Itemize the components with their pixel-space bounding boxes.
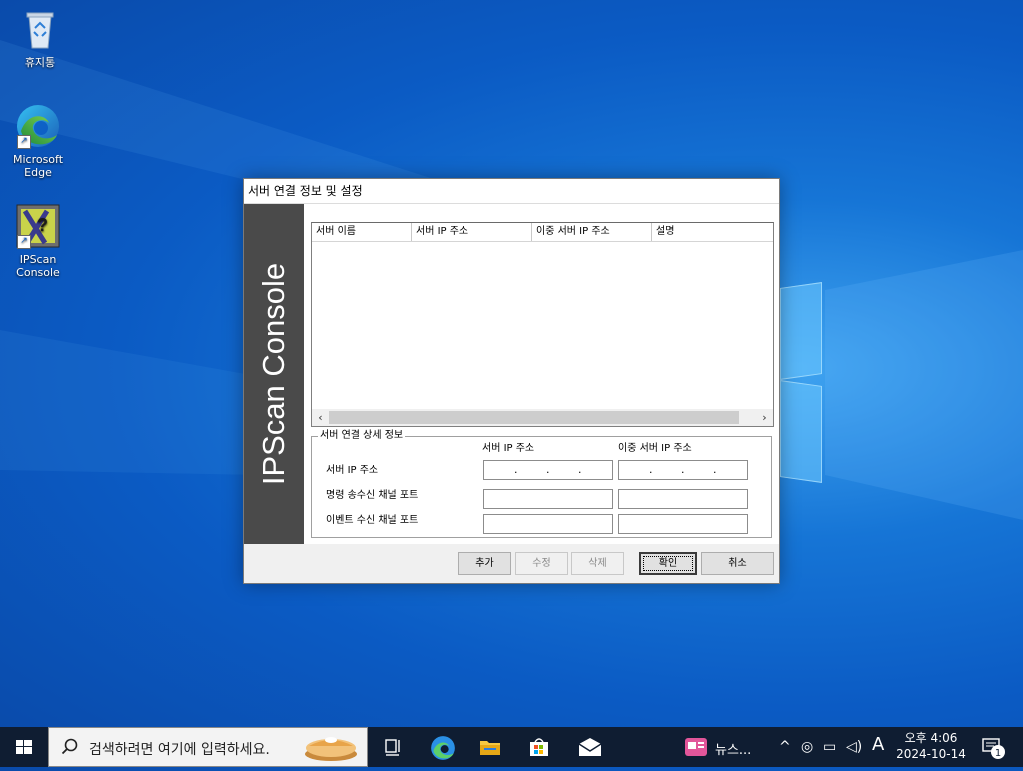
list-header: 서버 이름 서버 IP 주소 이중 서버 IP 주소 설명 [312, 223, 773, 242]
event-port-backup-input[interactable] [618, 514, 748, 534]
volume-icon[interactable]: ◁) [846, 738, 862, 756]
ime-indicator[interactable]: A [872, 736, 884, 754]
notification-center-button[interactable]: 1 [980, 735, 1006, 761]
server-settings-dialog: 서버 연결 정보 및 설정 IPScan Console 서버 이름 서버 IP… [243, 178, 780, 584]
pie-doodle-icon [305, 737, 357, 761]
ip-dot: . [681, 463, 685, 476]
news-icon [685, 738, 707, 756]
desktop-icon-label: Microsoft Edge [12, 153, 64, 179]
desktop-icon-edge[interactable]: ↗ Microsoft Edge [6, 103, 70, 179]
news-label: 뉴스... [715, 743, 752, 758]
taskbar-explorer-button[interactable] [466, 727, 514, 767]
row-label-server-ip: 서버 IP 주소 [326, 465, 379, 476]
ip-dot: . [578, 463, 582, 476]
focus-rect [643, 556, 693, 571]
scroll-right-icon[interactable]: › [756, 409, 773, 426]
windows-logo-wallpaper [780, 282, 825, 483]
windows-start-icon [16, 740, 32, 754]
shortcut-arrow-icon: ↗ [17, 235, 31, 249]
horizontal-scrollbar[interactable]: ‹ › [312, 409, 773, 426]
search-icon [61, 738, 78, 755]
row-label-cmd-port: 명령 송수신 채널 포트 [326, 490, 419, 501]
brand-text: IPScan Console [256, 262, 291, 486]
scrollbar-thumb[interactable] [329, 411, 739, 424]
connection-detail-group: 서버 연결 상세 정보 서버 IP 주소 이중 서버 IP 주소 서버 IP 주… [311, 430, 772, 538]
edge-icon: ↗ [15, 103, 61, 149]
ip-dot: . [713, 463, 717, 476]
cmd-port-primary-input[interactable] [483, 489, 613, 509]
scroll-left-icon[interactable]: ‹ [312, 409, 329, 426]
taskbar-store-button[interactable] [515, 727, 563, 767]
dialog-title[interactable]: 서버 연결 정보 및 설정 [244, 179, 779, 203]
edit-button[interactable]: 수정 [515, 552, 568, 575]
recycle-bin-icon [17, 6, 63, 52]
column-description[interactable]: 설명 [652, 223, 772, 241]
ip-dot: . [546, 463, 550, 476]
cmd-port-backup-input[interactable] [618, 489, 748, 509]
task-view-icon [385, 739, 400, 756]
event-port-primary-input[interactable] [483, 514, 613, 534]
svg-text:?: ? [37, 215, 48, 235]
store-icon [530, 738, 548, 756]
backup-ip-input[interactable]: . . . [618, 460, 748, 480]
edge-icon [431, 736, 455, 760]
clock-date: 2024-10-14 [896, 747, 966, 761]
desktop-icon-label: 휴지통 [24, 56, 56, 69]
server-list[interactable]: 서버 이름 서버 IP 주소 이중 서버 IP 주소 설명 ‹ › [311, 222, 774, 427]
clock-time: 오후 4:06 [904, 731, 958, 745]
taskbar-mail-button[interactable] [565, 727, 613, 767]
column-server-name[interactable]: 서버 이름 [312, 223, 412, 241]
task-view-button[interactable] [368, 727, 416, 767]
search-box[interactable]: 검색하려면 여기에 입력하세요. [48, 727, 368, 767]
notification-count: 1 [995, 748, 1001, 759]
col-header-backup-ip: 이중 서버 IP 주소 [618, 443, 692, 454]
search-placeholder: 검색하려면 여기에 입력하세요. [89, 742, 270, 758]
meet-now-icon[interactable]: ◎ [801, 738, 813, 756]
network-icon[interactable]: ▭ [823, 738, 836, 756]
shortcut-arrow-icon: ↗ [17, 135, 31, 149]
ip-dot: . [514, 463, 518, 476]
group-title: 서버 연결 상세 정보 [318, 430, 406, 442]
desktop-icon-ipscan[interactable]: ? ↗ IPScan Console [6, 203, 70, 279]
ip-dot: . [649, 463, 653, 476]
news-widget[interactable]: 뉴스... [680, 727, 772, 767]
chevron-up-icon[interactable]: ^ [779, 738, 791, 756]
taskbar-edge-button[interactable] [418, 727, 466, 767]
ok-button[interactable]: 확인 [639, 552, 697, 575]
server-ip-input[interactable]: . . . [483, 460, 613, 480]
add-button[interactable]: 추가 [458, 552, 511, 575]
cancel-button[interactable]: 취소 [701, 552, 774, 575]
desktop-icon-recycle-bin[interactable]: 휴지통 [8, 6, 72, 69]
notification-icon: 1 [982, 738, 1005, 759]
taskbar: 검색하려면 여기에 입력하세요. 뉴스... ^ ◎ ▭ ◁) A 오후 4:0… [0, 727, 1023, 767]
col-header-server-ip: 서버 IP 주소 [482, 443, 535, 454]
delete-button[interactable]: 삭제 [571, 552, 624, 575]
ipscan-icon: ? ↗ [15, 203, 61, 249]
brand-band: IPScan Console [244, 204, 304, 544]
desktop-icon-label: IPScan Console [16, 253, 60, 279]
folder-icon [480, 741, 500, 755]
system-clock[interactable]: 오후 4:06 2024-10-14 [892, 730, 970, 762]
mail-icon [578, 738, 602, 756]
column-server-ip[interactable]: 서버 IP 주소 [412, 223, 532, 241]
column-backup-ip[interactable]: 이중 서버 IP 주소 [532, 223, 652, 241]
start-button[interactable] [0, 727, 48, 767]
row-label-event-port: 이벤트 수신 채널 포트 [326, 515, 419, 526]
